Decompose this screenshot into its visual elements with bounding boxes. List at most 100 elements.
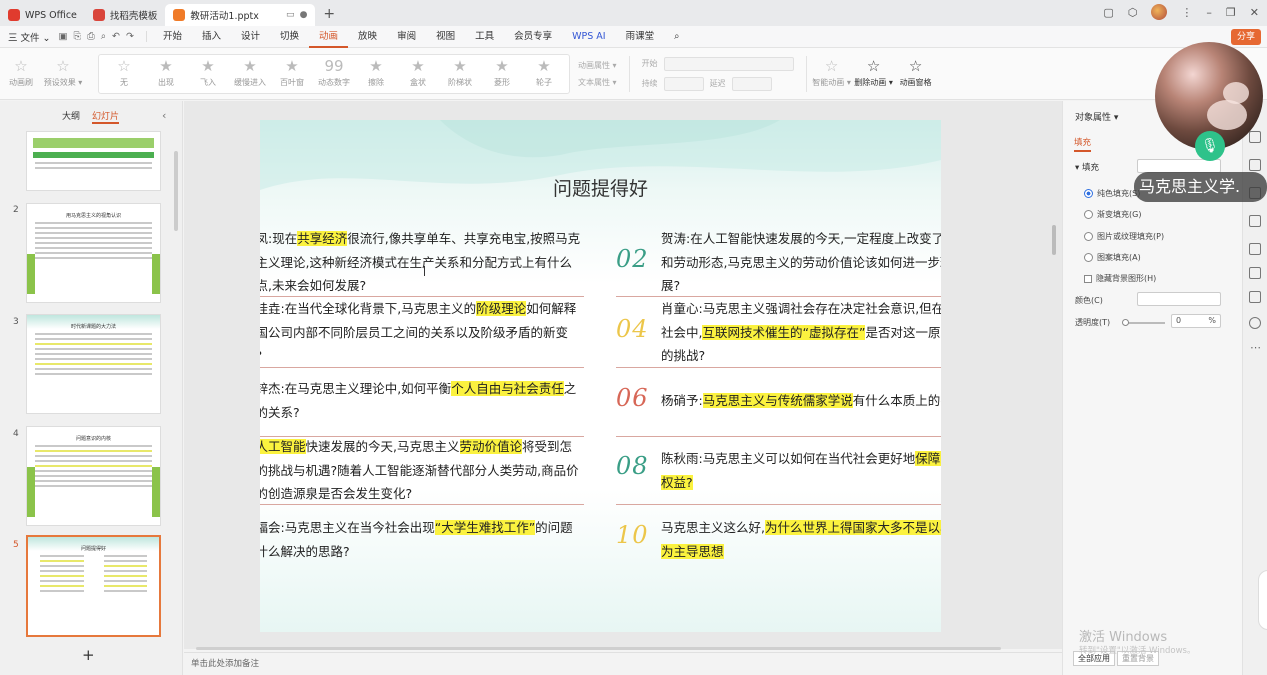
material-icon[interactable] [1249,267,1261,279]
delete-animation-button[interactable]: ☆ 删除动画 ▾ [853,59,895,88]
add-slide-button[interactable]: + [82,646,95,664]
hide-background-checkbox[interactable]: 隐藏背景图形(H) [1084,273,1156,284]
tab-document[interactable]: 教研活动1.pptx ▭ ● [165,4,316,26]
menu-slideshow[interactable]: 放映 [348,26,387,48]
horizontal-scrollbar[interactable] [196,647,1001,650]
effect-box[interactable]: ★ 盒状 [397,59,439,88]
animation-painter-button[interactable]: ☆ 动画刷 [0,59,42,88]
edge-handle[interactable] [1258,570,1267,630]
panel-scrollbar[interactable] [174,151,178,231]
question-text[interactable]: 在人工智能快速发展的今天,马克思主义劳动价值论将受到怎样的挑战与机遇?随着人工智… [260,435,583,506]
fill-option-solid[interactable]: 纯色填充(S) [1084,188,1140,199]
question-text[interactable]: 胡福会:马克思主义在当今社会出现“大学生难找工作”的问题有什么解决的思路? [260,516,583,563]
more-icon[interactable]: ⋯ [1250,341,1261,354]
cube-icon[interactable]: ⬡ [1128,6,1138,19]
fill-option-gradient[interactable]: 渐变填充(G) [1084,209,1141,220]
slide[interactable]: 问题提得好 01 02 03 04 05 06 07 08 09 10 李凤:现… [260,120,941,632]
slide-thumbnail[interactable]: 用马克思主义的视角认识 [26,203,161,303]
maximize-icon[interactable]: ❐ [1226,6,1236,19]
microphone-icon[interactable]: 🎙 [1195,131,1225,161]
vertical-scrollbar[interactable] [1052,225,1056,255]
close-icon[interactable]: ✕ [1250,6,1259,19]
question-text[interactable]: 杨硝予:马克思主义与传统儒家学说有什么本质上的不同 [661,389,941,413]
more-icon[interactable]: ⋮ [1181,6,1192,19]
screen-icon[interactable]: ▭ [286,10,295,20]
color-dropdown[interactable] [1137,292,1221,306]
transparency-slider[interactable] [1122,319,1165,326]
file-menu[interactable]: 三 文件 ⌄ [0,30,59,44]
transition-icon[interactable] [1249,215,1261,227]
export-icon[interactable]: ⎘ [73,31,81,42]
menu-transition[interactable]: 切换 [270,26,309,48]
collapse-icon[interactable]: ‹ [162,109,166,122]
menu-review[interactable]: 审阅 [387,26,426,48]
slide-thumbnail[interactable]: 问题意识的内核 [26,426,161,526]
minimize-icon[interactable]: – [1206,6,1212,19]
smart-animation-button[interactable]: ☆ 智能动画 ▾ [811,59,853,88]
undo-icon[interactable]: ↶ [112,31,120,42]
effect-wheel[interactable]: ★ 轮子 [523,59,565,88]
menu-wps-ai[interactable]: WPS AI [562,26,615,48]
save-icon[interactable]: ▣ [59,31,68,42]
new-tab-button[interactable]: + [315,6,343,22]
avatar[interactable] [1151,4,1168,20]
delay-input[interactable] [731,76,772,91]
help-icon[interactable] [1249,317,1261,329]
tab-outline[interactable]: 大纲 [62,109,80,124]
search-icon[interactable]: ⌕ [664,26,689,48]
slide-thumbnail-selected[interactable]: 问题提得好 [26,535,161,637]
preview-icon[interactable]: ⌕ [101,31,106,42]
menu-insert[interactable]: 插入 [192,26,231,48]
menu-rain-classroom[interactable]: 雨课堂 [616,26,665,48]
effect-dynamic-number[interactable]: 99 动态数字 [313,59,355,88]
slide-thumbnail[interactable]: 时代新课题的大力法 [26,314,161,414]
print-icon[interactable]: ⎙ [87,31,95,42]
fill-dropdown[interactable] [1137,159,1221,173]
fill-option-picture[interactable]: 图片或纹理填充(P) [1084,231,1164,242]
effect-appear[interactable]: ★ 出现 [145,59,187,88]
tab-slides[interactable]: 幻灯片 [92,109,120,124]
menu-home[interactable]: 开始 [153,26,192,48]
effect-diamond[interactable]: ★ 菱形 [481,59,523,88]
fill-section-header[interactable]: ▾ 填充 [1075,161,1099,173]
menu-design[interactable]: 设计 [231,26,270,48]
menu-member[interactable]: 会员专享 [504,26,562,48]
tab-wps-office[interactable]: WPS Office [0,4,85,26]
question-text[interactable]: 贺涛:在人工智能快速发展的今天,一定程度上改变了生产方式和劳动形态,马克思主义的… [661,227,941,298]
layout-icon[interactable] [1249,291,1261,303]
menu-view[interactable]: 视图 [426,26,465,48]
panel-title[interactable]: 对象属性 ▾ [1075,110,1118,123]
question-text[interactable]: 雷锌杰:在马克思主义理论中,如何平衡个人自由与社会责任之间的关系? [260,377,583,424]
question-text[interactable]: 肖童心:马克思主义强调社会存在决定社会意识,但在当代信息社会中,互联网技术催生的… [661,297,941,368]
redo-icon[interactable]: ↷ [126,31,134,42]
preset-effects-button[interactable]: ☆ 预设效果 ▾ [42,59,84,88]
tab-fill[interactable]: 填充 [1074,136,1092,152]
question-text[interactable]: 张桂垚:在当代全球化背景下,马克思主义的阶级理论如何解释跨国公司内部不同阶层员工… [260,297,583,368]
restore-layout-icon[interactable]: ▢ [1103,6,1113,19]
effect-fly-in[interactable]: ★ 飞入 [187,59,229,88]
start-select[interactable] [663,56,794,71]
slider-knob[interactable] [1122,319,1129,326]
fill-option-pattern[interactable]: 图案填充(A) [1084,252,1141,263]
question-text[interactable]: 李凤:现在共享经济很流行,像共享单车、共享充电宝,按照马克思主义理论,这种新经济… [260,227,583,298]
animation-properties-button[interactable]: 动画属性 ▾ [578,60,617,71]
slide-title[interactable]: 问题提得好 [260,174,941,201]
slide-thumbnail[interactable] [26,131,161,191]
design-icon[interactable] [1249,243,1261,255]
animation-pane-button[interactable]: ☆ 动画窗格 [895,59,937,88]
transparency-input[interactable]: 0 % [1171,314,1221,328]
tab-template[interactable]: 找稻壳模板 [85,4,166,26]
properties-icon[interactable] [1249,131,1261,143]
menu-animation[interactable]: 动画 [309,26,349,48]
style-icon[interactable] [1249,159,1261,171]
effect-wipe[interactable]: ★ 擦除 [355,59,397,88]
notes-bar[interactable]: 单击此处添加备注 [184,652,1062,675]
question-text[interactable]: 马克思主义这么好,为什么世界上得国家大多不是以马克思主义为主导思想 [661,516,941,563]
effect-stairs[interactable]: ★ 阶梯状 [439,59,481,88]
text-properties-button[interactable]: 文本属性 ▾ [578,77,617,88]
effect-blinds[interactable]: ★ 百叶窗 [271,59,313,88]
effect-slow-in[interactable]: ★ 缓慢进入 [229,59,271,88]
share-button[interactable]: 分享 [1230,29,1261,45]
effect-none[interactable]: ☆ 无 [103,59,145,88]
duration-input[interactable] [663,76,704,91]
